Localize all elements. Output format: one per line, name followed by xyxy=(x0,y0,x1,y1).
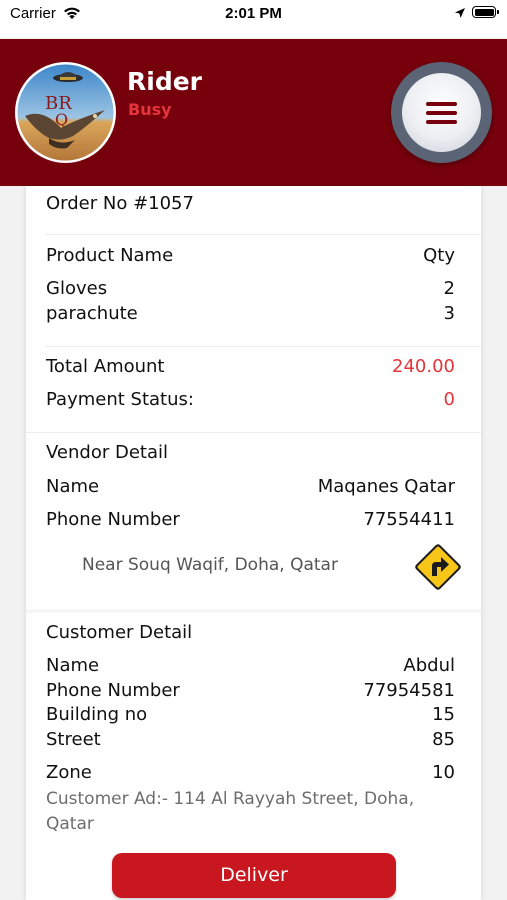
street-label: Street xyxy=(46,729,101,750)
payment-status-label: Payment Status: xyxy=(46,389,194,410)
hamburger-menu-icon xyxy=(402,73,481,152)
rider-header: BR Q Rider Busy xyxy=(0,39,507,186)
vendor-name-label: Name xyxy=(46,476,100,497)
brq-logo-icon: BR Q xyxy=(17,64,114,161)
vendor-name-value: Maqanes Qatar xyxy=(317,476,455,497)
clock: 2:01 PM xyxy=(225,5,282,22)
product-qty: 3 xyxy=(443,303,455,324)
rider-title: Rider xyxy=(127,67,202,96)
total-amount-label: Total Amount xyxy=(46,356,165,377)
divider xyxy=(46,346,481,347)
customer-name-value: Abdul xyxy=(403,655,455,676)
vendor-phone-value[interactable]: 77554411 xyxy=(363,509,455,530)
vendor-section-title: Vendor Detail xyxy=(46,442,168,463)
product-name: Gloves xyxy=(46,278,108,299)
divider xyxy=(26,609,481,613)
divider xyxy=(26,432,481,433)
customer-address: Customer Ad:- 114 Al Rayyah Street, Doha… xyxy=(46,789,415,834)
customer-phone-label: Phone Number xyxy=(46,680,180,701)
vendor-address: Near Souq Waqif, Doha, Qatar xyxy=(82,555,338,575)
qty-header: Qty xyxy=(423,245,455,266)
total-amount-value: 240.00 xyxy=(392,356,455,377)
building-label: Building no xyxy=(46,704,148,725)
zone-value: 10 xyxy=(432,762,455,783)
divider xyxy=(46,234,481,235)
customer-name-label: Name xyxy=(46,655,100,676)
street-value: 85 xyxy=(432,729,455,750)
order-number: Order No #1057 xyxy=(46,193,194,214)
battery-icon xyxy=(472,6,499,18)
product-name-header: Product Name xyxy=(46,245,174,266)
order-detail-card: Order No #1057 Product Name Qty Gloves 2… xyxy=(26,186,481,900)
deliver-button[interactable]: Deliver xyxy=(112,853,396,898)
location-arrow-icon xyxy=(455,8,465,18)
customer-phone-value[interactable]: 77954581 xyxy=(363,680,455,701)
customer-section-title: Customer Detail xyxy=(46,622,193,643)
menu-button[interactable] xyxy=(391,62,492,163)
payment-status-value: 0 xyxy=(443,389,455,410)
rider-status: Busy xyxy=(128,100,172,119)
directions-sign-icon[interactable] xyxy=(412,541,464,593)
rider-avatar[interactable]: BR Q xyxy=(15,62,116,163)
product-name: parachute xyxy=(46,303,138,324)
building-value: 15 xyxy=(432,704,455,725)
product-qty: 2 xyxy=(443,278,455,299)
vendor-phone-label: Phone Number xyxy=(46,509,180,530)
status-bar: Carrier 2:01 PM xyxy=(0,0,507,38)
zone-label: Zone xyxy=(46,762,92,783)
